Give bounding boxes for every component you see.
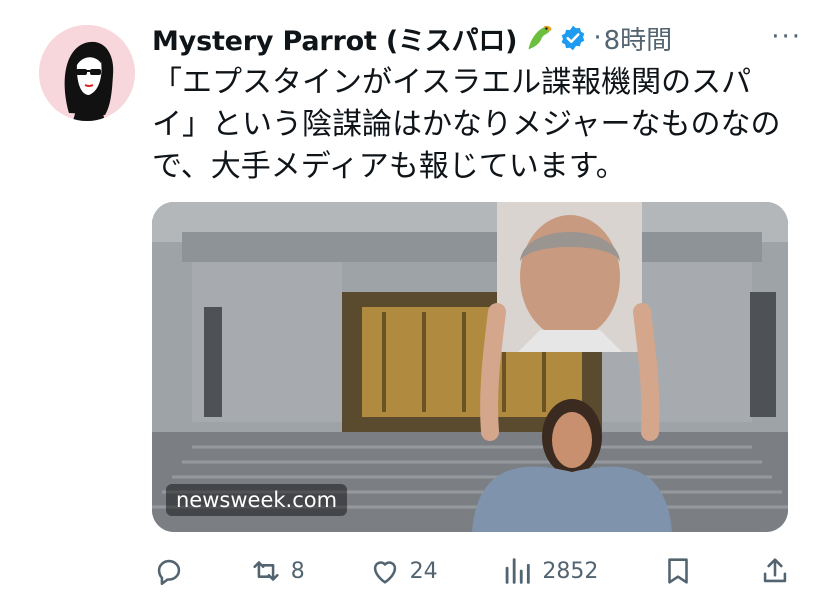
bookmark-button[interactable] [661, 554, 695, 588]
verified-badge-icon[interactable] [559, 24, 587, 52]
media-photo [152, 202, 788, 532]
share-button[interactable] [758, 554, 792, 588]
like-count: 24 [409, 558, 438, 584]
share-icon [763, 558, 787, 583]
repost-count: 8 [290, 558, 305, 584]
like-button[interactable]: 24 [368, 554, 438, 588]
post-media[interactable]: newsweek.com [152, 202, 788, 532]
author-name[interactable]: Mystery Parrot (ミスパロ) [152, 19, 518, 58]
reply-icon [157, 559, 181, 586]
reply-button[interactable] [152, 554, 186, 588]
views-button[interactable]: 2852 [500, 554, 598, 588]
bookmark-icon [668, 558, 688, 584]
post-time[interactable]: 8時間 [604, 20, 673, 57]
views-icon [506, 558, 531, 584]
repost-icon [253, 561, 279, 581]
heart-icon [373, 561, 396, 584]
post-separator: · [593, 23, 602, 53]
avatar-illustration [39, 25, 135, 121]
views-count: 2852 [542, 558, 599, 584]
more-horizontal-icon[interactable]: ··· [771, 22, 802, 52]
repost-button[interactable]: 8 [249, 554, 305, 588]
post-actions: 8 24 2852 [152, 550, 792, 592]
post-text: 「エプスタインがイスラエル諜報機関のスパ イ」という陰謀論はかなりメジャーなもの… [152, 65, 781, 184]
media-source-label[interactable]: newsweek.com [166, 484, 348, 516]
post-header: Mystery Parrot (ミスパロ) · 8時間 ··· [152, 16, 812, 60]
avatar[interactable] [39, 25, 135, 121]
parrot-icon [525, 25, 552, 54]
